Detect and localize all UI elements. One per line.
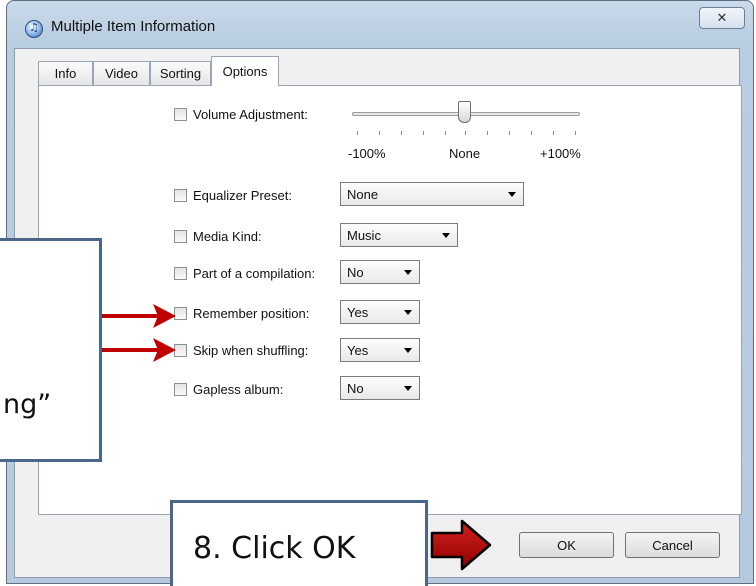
tab-options[interactable]: Options <box>211 56 279 86</box>
red-arrow-remember-icon <box>102 304 176 328</box>
annotation-arrows <box>102 304 492 571</box>
red-arrow-skip-icon <box>102 338 176 362</box>
big-right-arrow-icon <box>430 519 492 571</box>
